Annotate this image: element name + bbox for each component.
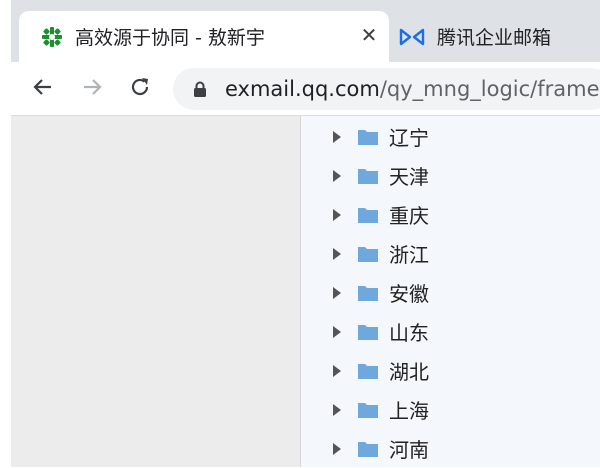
address-bar[interactable]: exmail.qq.com/qy_mng_logic/frame?s [173, 68, 600, 110]
tree-item[interactable]: 湖北 [301, 351, 600, 390]
folder-icon [357, 167, 379, 185]
expand-arrow-icon[interactable] [333, 169, 341, 182]
folder-icon [357, 362, 379, 380]
left-panel [11, 116, 301, 467]
tree-item-label: 重庆 [389, 204, 429, 228]
reload-button[interactable] [125, 74, 155, 104]
tree-item[interactable]: 辽宁 [301, 117, 600, 156]
lock-icon [193, 81, 207, 102]
tree-item-label: 山东 [389, 321, 429, 345]
tree-item[interactable]: 安徽 [301, 273, 600, 312]
expand-arrow-icon[interactable] [333, 247, 341, 260]
back-arrow-icon [32, 76, 54, 102]
page-content: 辽宁 天津 重庆 浙江 安徽 山东 湖北 上海 河南 [11, 116, 600, 467]
browser-toolbar: exmail.qq.com/qy_mng_logic/frame?s [11, 62, 600, 116]
expand-arrow-icon[interactable] [333, 208, 341, 221]
tree-item-label: 湖北 [389, 360, 429, 384]
tencent-exmail-icon [399, 27, 425, 47]
tab-active[interactable]: 高效源于协同 - 敖新宇 ✕ [19, 11, 389, 62]
tab-title: 腾讯企业邮箱 [437, 27, 552, 49]
expand-arrow-icon[interactable] [333, 364, 341, 377]
expand-arrow-icon[interactable] [333, 130, 341, 143]
folder-icon [357, 284, 379, 302]
folder-icon [357, 128, 379, 146]
reload-icon [129, 76, 151, 102]
tab-inactive[interactable]: 腾讯企业邮箱 [395, 11, 600, 62]
tree-item-label: 天津 [389, 165, 429, 189]
folder-icon [357, 401, 379, 419]
expand-arrow-icon[interactable] [333, 325, 341, 338]
tree-item-label: 河南 [389, 438, 429, 462]
tree-item[interactable]: 浙江 [301, 234, 600, 273]
tree-item[interactable]: 重庆 [301, 195, 600, 234]
folder-icon [357, 440, 379, 458]
expand-arrow-icon[interactable] [333, 442, 341, 455]
folder-icon [357, 323, 379, 341]
forward-button[interactable] [77, 74, 107, 104]
tree-item-label: 辽宁 [389, 126, 429, 150]
back-button[interactable] [28, 74, 58, 104]
tree-item[interactable]: 天津 [301, 156, 600, 195]
close-icon[interactable]: ✕ [357, 23, 381, 47]
tree-item-label: 安徽 [389, 282, 429, 306]
region-tree: 辽宁 天津 重庆 浙江 安徽 山东 湖北 上海 河南 [301, 116, 600, 467]
expand-arrow-icon[interactable] [333, 286, 341, 299]
tree-item-label: 浙江 [389, 243, 429, 267]
tree-item[interactable]: 河南 [301, 429, 600, 468]
tree-item[interactable]: 山东 [301, 312, 600, 351]
window-edge [0, 0, 11, 467]
folder-icon [357, 245, 379, 263]
url-text: exmail.qq.com/qy_mng_logic/frame?s [225, 77, 600, 101]
tab-title: 高效源于协同 - 敖新宇 [75, 27, 265, 49]
expand-arrow-icon[interactable] [333, 403, 341, 416]
tree-item-label: 上海 [389, 399, 429, 423]
forward-arrow-icon [81, 76, 103, 102]
tab-bar: 高效源于协同 - 敖新宇 ✕ 腾讯企业邮箱 [11, 0, 600, 62]
green-pinwheel-icon [41, 26, 63, 48]
tree-item[interactable]: 上海 [301, 390, 600, 429]
folder-icon [357, 206, 379, 224]
